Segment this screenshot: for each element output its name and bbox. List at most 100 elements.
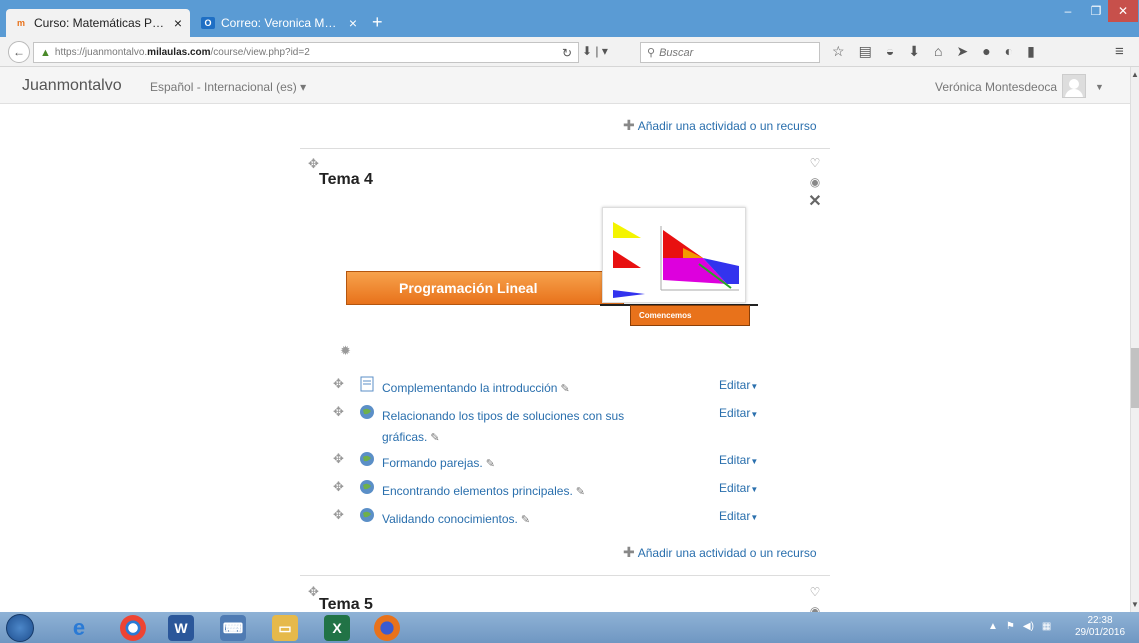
chat-icon[interactable]: ● <box>982 43 990 60</box>
firefox-icon[interactable] <box>374 615 400 641</box>
site-header: Juanmontalvo Español - Internacional (es… <box>0 67 1130 104</box>
maximize-button[interactable]: ❐ <box>1082 0 1110 22</box>
add-activity-label: Añadir una actividad o un recurso <box>637 545 817 560</box>
eye-icon[interactable]: ◉ <box>806 604 824 612</box>
url-prefix: https://juanmontalvo. <box>54 47 148 58</box>
lightbulb-icon[interactable]: ♡ <box>806 156 824 170</box>
pencil-icon[interactable]: ✎ <box>430 432 439 444</box>
search-icon: ⚲ <box>647 47 656 59</box>
word-icon[interactable]: W <box>168 615 194 641</box>
globe-icon <box>360 405 374 419</box>
tab-mail[interactable]: O Correo: Veronica Montesd... × <box>193 9 365 37</box>
edit-menu[interactable]: Editar▼ <box>719 509 758 523</box>
globe-icon <box>360 480 374 494</box>
add-activity-link[interactable]: ✚ Añadir una actividad o un recurso <box>623 544 817 561</box>
minimize-button[interactable]: – <box>1054 0 1082 22</box>
avatar[interactable] <box>1062 74 1086 98</box>
scroll-down-icon[interactable]: ▼ <box>1131 600 1139 609</box>
user-name[interactable]: Verónica Montesdeoca <box>935 80 1057 94</box>
speaker-icon[interactable]: ◀) <box>1023 621 1034 632</box>
bookmark-star-icon[interactable]: ☆ <box>832 43 845 60</box>
gear-icon[interactable]: ✹ <box>340 343 351 359</box>
page-icon <box>360 376 374 392</box>
move-icon[interactable]: ✥ <box>333 479 344 495</box>
move-icon[interactable]: ✥ <box>333 451 344 467</box>
plus-icon: ✚ <box>623 117 635 133</box>
internet-explorer-icon[interactable]: e <box>66 615 92 641</box>
activity-link[interactable]: Encontrando elementos principales. ✎ <box>382 481 652 503</box>
chevron-down-icon: ▼ <box>750 457 759 466</box>
move-icon[interactable]: ✥ <box>308 584 319 600</box>
moodle-favicon-icon: m <box>16 18 25 28</box>
section-divider <box>300 575 830 576</box>
pocket-icon[interactable]: ◒ <box>886 43 894 60</box>
close-icon[interactable]: × <box>349 15 357 31</box>
comencemos-button[interactable]: Comencemos <box>630 305 750 326</box>
home-icon[interactable]: ⌂ <box>934 43 942 60</box>
tab-course[interactable]: m Curso: Matemáticas Prime... × <box>6 9 190 37</box>
delete-icon[interactable]: ✕ <box>806 191 824 211</box>
browser-tab-strip: m Curso: Matemáticas Prime... × O Correo… <box>0 0 1139 37</box>
send-icon[interactable]: ➤ <box>956 43 968 60</box>
site-brand[interactable]: Juanmontalvo <box>22 77 122 95</box>
windows-taskbar: e W ⌨ ▭ X ▲ ⚑ ◀) ▦ 22:38 29/01/2016 <box>0 612 1139 643</box>
activity-link[interactable]: Complementando la introducción ✎ <box>382 378 652 400</box>
edit-menu[interactable]: Editar▼ <box>719 406 758 420</box>
globe-icon <box>360 452 374 466</box>
scrollbar-thumb[interactable] <box>1131 348 1139 408</box>
scroll-up-icon[interactable]: ▲ <box>1131 70 1139 79</box>
move-icon[interactable]: ✥ <box>333 376 344 392</box>
address-bar[interactable]: ▲ https://juanmontalvo. milaulas.com/cour… <box>33 42 579 63</box>
move-icon[interactable]: ✥ <box>308 156 319 172</box>
plus-icon: ✚ <box>623 544 635 560</box>
edit-menu[interactable]: Editar▼ <box>719 378 758 392</box>
section-title: Tema 5 <box>319 596 373 612</box>
navigation-bar: ← ▲ https://juanmontalvo. milaulas.com/co… <box>0 37 1139 67</box>
network-icon[interactable]: ▦ <box>1042 621 1051 632</box>
back-button[interactable]: ← <box>8 41 30 63</box>
eye-icon[interactable]: ◉ <box>806 175 824 189</box>
new-tab-button[interactable]: + <box>372 12 383 33</box>
keyboard-icon[interactable]: ⌨ <box>220 615 246 641</box>
scrollbar[interactable] <box>1130 67 1139 612</box>
move-icon[interactable]: ✥ <box>333 404 344 420</box>
tab-title: Curso: Matemáticas Prime... <box>34 16 168 30</box>
extension-icon[interactable]: ◐ <box>1005 43 1013 60</box>
lightbulb-icon[interactable]: ♡ <box>806 585 824 599</box>
search-input[interactable]: ⚲ Buscar <box>640 42 820 63</box>
pencil-icon[interactable]: ✎ <box>521 514 530 526</box>
move-icon[interactable]: ✥ <box>333 507 344 523</box>
chevron-down-icon[interactable]: ▼ <box>1095 82 1104 92</box>
reload-icon[interactable]: ↻ <box>562 46 572 60</box>
download-dropdown-icon[interactable]: ⬇ | ▾ <box>582 44 608 58</box>
edit-menu[interactable]: Editar▼ <box>719 453 758 467</box>
excel-icon[interactable]: X <box>324 615 350 641</box>
activity-link[interactable]: Validando conocimientos. ✎ <box>382 509 652 531</box>
language-selector[interactable]: Español - Internacional (es) ▾ <box>150 80 306 94</box>
edit-menu[interactable]: Editar▼ <box>719 481 758 495</box>
start-button[interactable] <box>6 614 34 642</box>
pencil-icon[interactable]: ✎ <box>576 486 585 498</box>
add-activity-link[interactable]: ✚ Añadir una actividad o un recurso <box>623 117 817 134</box>
file-explorer-icon[interactable]: ▭ <box>272 615 298 641</box>
section-divider <box>300 148 830 149</box>
flag-icon[interactable]: ⚑ <box>1006 621 1015 632</box>
hamburger-menu-icon[interactable]: ≡ <box>1115 43 1124 60</box>
close-icon[interactable]: × <box>174 15 182 31</box>
system-tray: ▲ ⚑ ◀) ▦ <box>988 621 1051 632</box>
activity-link[interactable]: Formando parejas. ✎ <box>382 453 652 475</box>
banner-title: Programación Lineal <box>346 271 624 305</box>
reading-list-icon[interactable]: ▤ <box>859 43 872 60</box>
system-clock[interactable]: 22:38 29/01/2016 <box>1070 615 1130 639</box>
activity-link[interactable]: Relacionando los tipos de soluciones con… <box>382 406 652 449</box>
window-close-button[interactable]: ✕ <box>1108 0 1138 22</box>
chrome-icon[interactable] <box>120 615 146 641</box>
pencil-icon[interactable]: ✎ <box>560 383 569 395</box>
graph-illustration <box>613 222 739 298</box>
pencil-icon[interactable]: ✎ <box>486 458 495 470</box>
chevron-up-icon[interactable]: ▲ <box>988 621 998 632</box>
course-content: ✚ Añadir una actividad o un recurso ✥ Te… <box>0 104 1130 612</box>
chevron-down-icon: ▼ <box>750 513 759 522</box>
downloads-icon[interactable]: ⬇ <box>908 43 920 60</box>
clipboard-icon[interactable]: ▮ <box>1027 43 1035 60</box>
